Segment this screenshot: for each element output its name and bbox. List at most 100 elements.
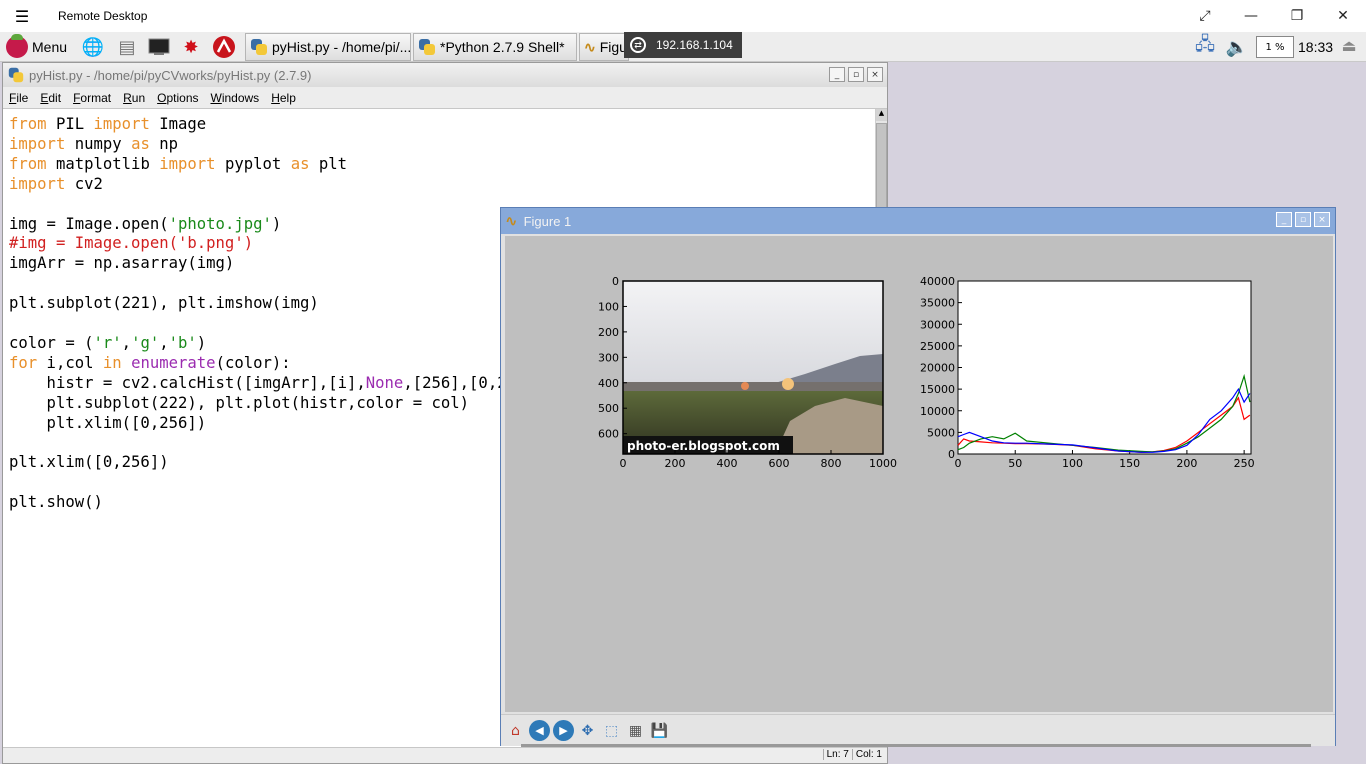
remote-connection-badge[interactable]: ⇄ 192.168.1.104 [624,32,742,58]
task-label: Figu [599,39,627,55]
cursor-position: Ln: 7 Col: 1 [822,749,885,760]
scroll-thumb[interactable] [876,123,887,213]
column-number: Col: 1 [851,749,885,760]
y-tick-label: 35000 [920,297,955,310]
minimize-icon[interactable]: _ [1276,212,1292,227]
photo-caption: photo-er.blogspot.com [627,439,780,453]
y-tick-label: 30000 [920,318,955,331]
scroll-up-icon[interactable]: ▲ [876,109,887,121]
cpu-monitor[interactable]: 1 % [1256,36,1294,58]
figure-plots: photo-er.blogspot.com 0 200 400 600 800 10000… [598,275,1255,470]
x-tick-label: 400 [717,457,738,470]
photo-horizon [623,382,883,392]
close-icon[interactable]: × [867,67,883,82]
minimize-icon[interactable]: — [1228,0,1274,32]
taskbar: Menu 🌐 ▤ ✸ pyHist.py - /home/pi/... *Pyt… [0,32,1366,62]
x-tick-label: 600 [769,457,790,470]
figure-scrollbar[interactable] [521,744,1311,747]
task-figure[interactable]: ∿ Figu [579,33,629,61]
figure-toolbar: ⌂ ◀ ▶ ✥ ⬚ ▦ 💾 [501,714,1335,746]
x-tick-label: 0 [620,457,627,470]
matplotlib-icon: ∿ [505,212,518,230]
x-tick-label: 800 [821,457,842,470]
y-tick-label: 300 [598,351,619,364]
menu-file[interactable]: File [3,91,34,105]
remote-desktop-titlebar: ☰ Remote Desktop ⤢ — ❐ ✕ [0,0,1366,32]
back-icon[interactable]: ◀ [529,720,550,741]
y-tick-label: 500 [598,402,619,415]
hamburger-icon[interactable]: ☰ [0,0,44,32]
pan-icon[interactable]: ✥ [577,720,598,741]
x-tick-label: 0 [955,457,962,470]
y-tick-label: 10000 [920,405,955,418]
y-tick-label: 5000 [927,426,955,439]
menu-button[interactable]: Menu [2,34,72,60]
x-tick-label: 200 [665,457,686,470]
menu-options[interactable]: Options [151,91,204,105]
connection-icon: ⇄ [630,37,646,53]
expand-icon[interactable]: ⤢ [1182,0,1228,32]
maximize-icon[interactable]: ▫ [1295,212,1311,227]
photo-balloon [782,378,794,390]
photo-balloon [741,382,749,390]
y-tick-label: 40000 [920,275,955,288]
ip-address: 192.168.1.104 [656,38,733,52]
x-tick-label: 1000 [869,457,897,470]
figure-title: Figure 1 [523,213,572,229]
y-tick-label: 400 [598,377,619,390]
forward-icon[interactable]: ▶ [553,720,574,741]
x-tick-label: 150 [1119,457,1140,470]
x-tick-label: 200 [1176,457,1197,470]
python-icon [250,38,268,56]
file-manager-icon[interactable]: ▤ [114,35,140,59]
close-icon[interactable]: × [1314,212,1330,227]
eject-icon[interactable]: ⏏ [1338,36,1360,56]
zoom-icon[interactable]: ⬚ [601,720,622,741]
y-tick-label: 0 [948,448,955,461]
python-icon [8,67,24,83]
terminal-icon[interactable] [146,35,172,59]
save-icon[interactable]: 💾 [649,720,670,741]
home-icon[interactable]: ⌂ [505,720,526,741]
code-editor[interactable]: from PIL import Image import numpy as np… [9,115,544,513]
y-tick-label: 600 [598,428,619,441]
mathematica-icon[interactable]: ✸ [178,35,204,59]
remote-desktop-title: Remote Desktop [58,9,148,23]
figure-canvas[interactable]: photo-er.blogspot.com 0 200 400 600 800 1000 0… [505,236,1333,712]
remote-desktop-controls: ⤢ — ❐ ✕ [1182,0,1366,32]
task-label: pyHist.py - /home/pi/... [272,39,411,55]
menu-windows[interactable]: Windows [205,91,266,105]
task-label: *Python 2.7.9 Shell* [440,39,565,55]
volume-icon[interactable]: 🔈 [1224,35,1250,59]
y-tick-label: 100 [598,300,619,313]
figure-window-controls: _ ▫ × [1276,212,1330,227]
x-tick-label: 250 [1234,457,1255,470]
editor-window-controls: _ ▫ × [829,67,883,82]
menu-edit[interactable]: Edit [34,91,67,105]
clock[interactable]: 18:33 [1298,39,1333,55]
web-browser-icon[interactable]: 🌐 [80,35,106,59]
menu-help[interactable]: Help [265,91,302,105]
menu-run[interactable]: Run [117,91,151,105]
terminal-shape [148,38,170,55]
minimize-icon[interactable]: _ [829,67,845,82]
python-icon [418,38,436,56]
y-tick-label: 25000 [920,340,955,353]
editor-titlebar[interactable]: pyHist.py - /home/pi/pyCVworks/pyHist.py… [3,63,887,87]
task-editor[interactable]: pyHist.py - /home/pi/... [245,33,411,61]
network-icon[interactable]: 🖧 [1192,34,1218,59]
maximize-icon[interactable]: ▫ [848,67,864,82]
figure-titlebar[interactable]: ∿ Figure 1 [501,208,1335,234]
line-number: Ln: 7 [822,749,852,760]
x-tick-label: 100 [1062,457,1083,470]
subplots-icon[interactable]: ▦ [625,720,646,741]
editor-title: pyHist.py - /home/pi/pyCVworks/pyHist.py… [29,67,312,83]
matplotlib-icon: ∿ [584,38,596,55]
close-icon[interactable]: ✕ [1320,0,1366,32]
histogram-plot-area [957,280,1252,455]
restore-icon[interactable]: ❐ [1274,0,1320,32]
menu-format[interactable]: Format [67,91,117,105]
wolfram-icon[interactable] [211,35,237,59]
task-shell[interactable]: *Python 2.7.9 Shell* [413,33,577,61]
editor-menubar: File Edit Format Run Options Windows Hel… [3,87,887,109]
